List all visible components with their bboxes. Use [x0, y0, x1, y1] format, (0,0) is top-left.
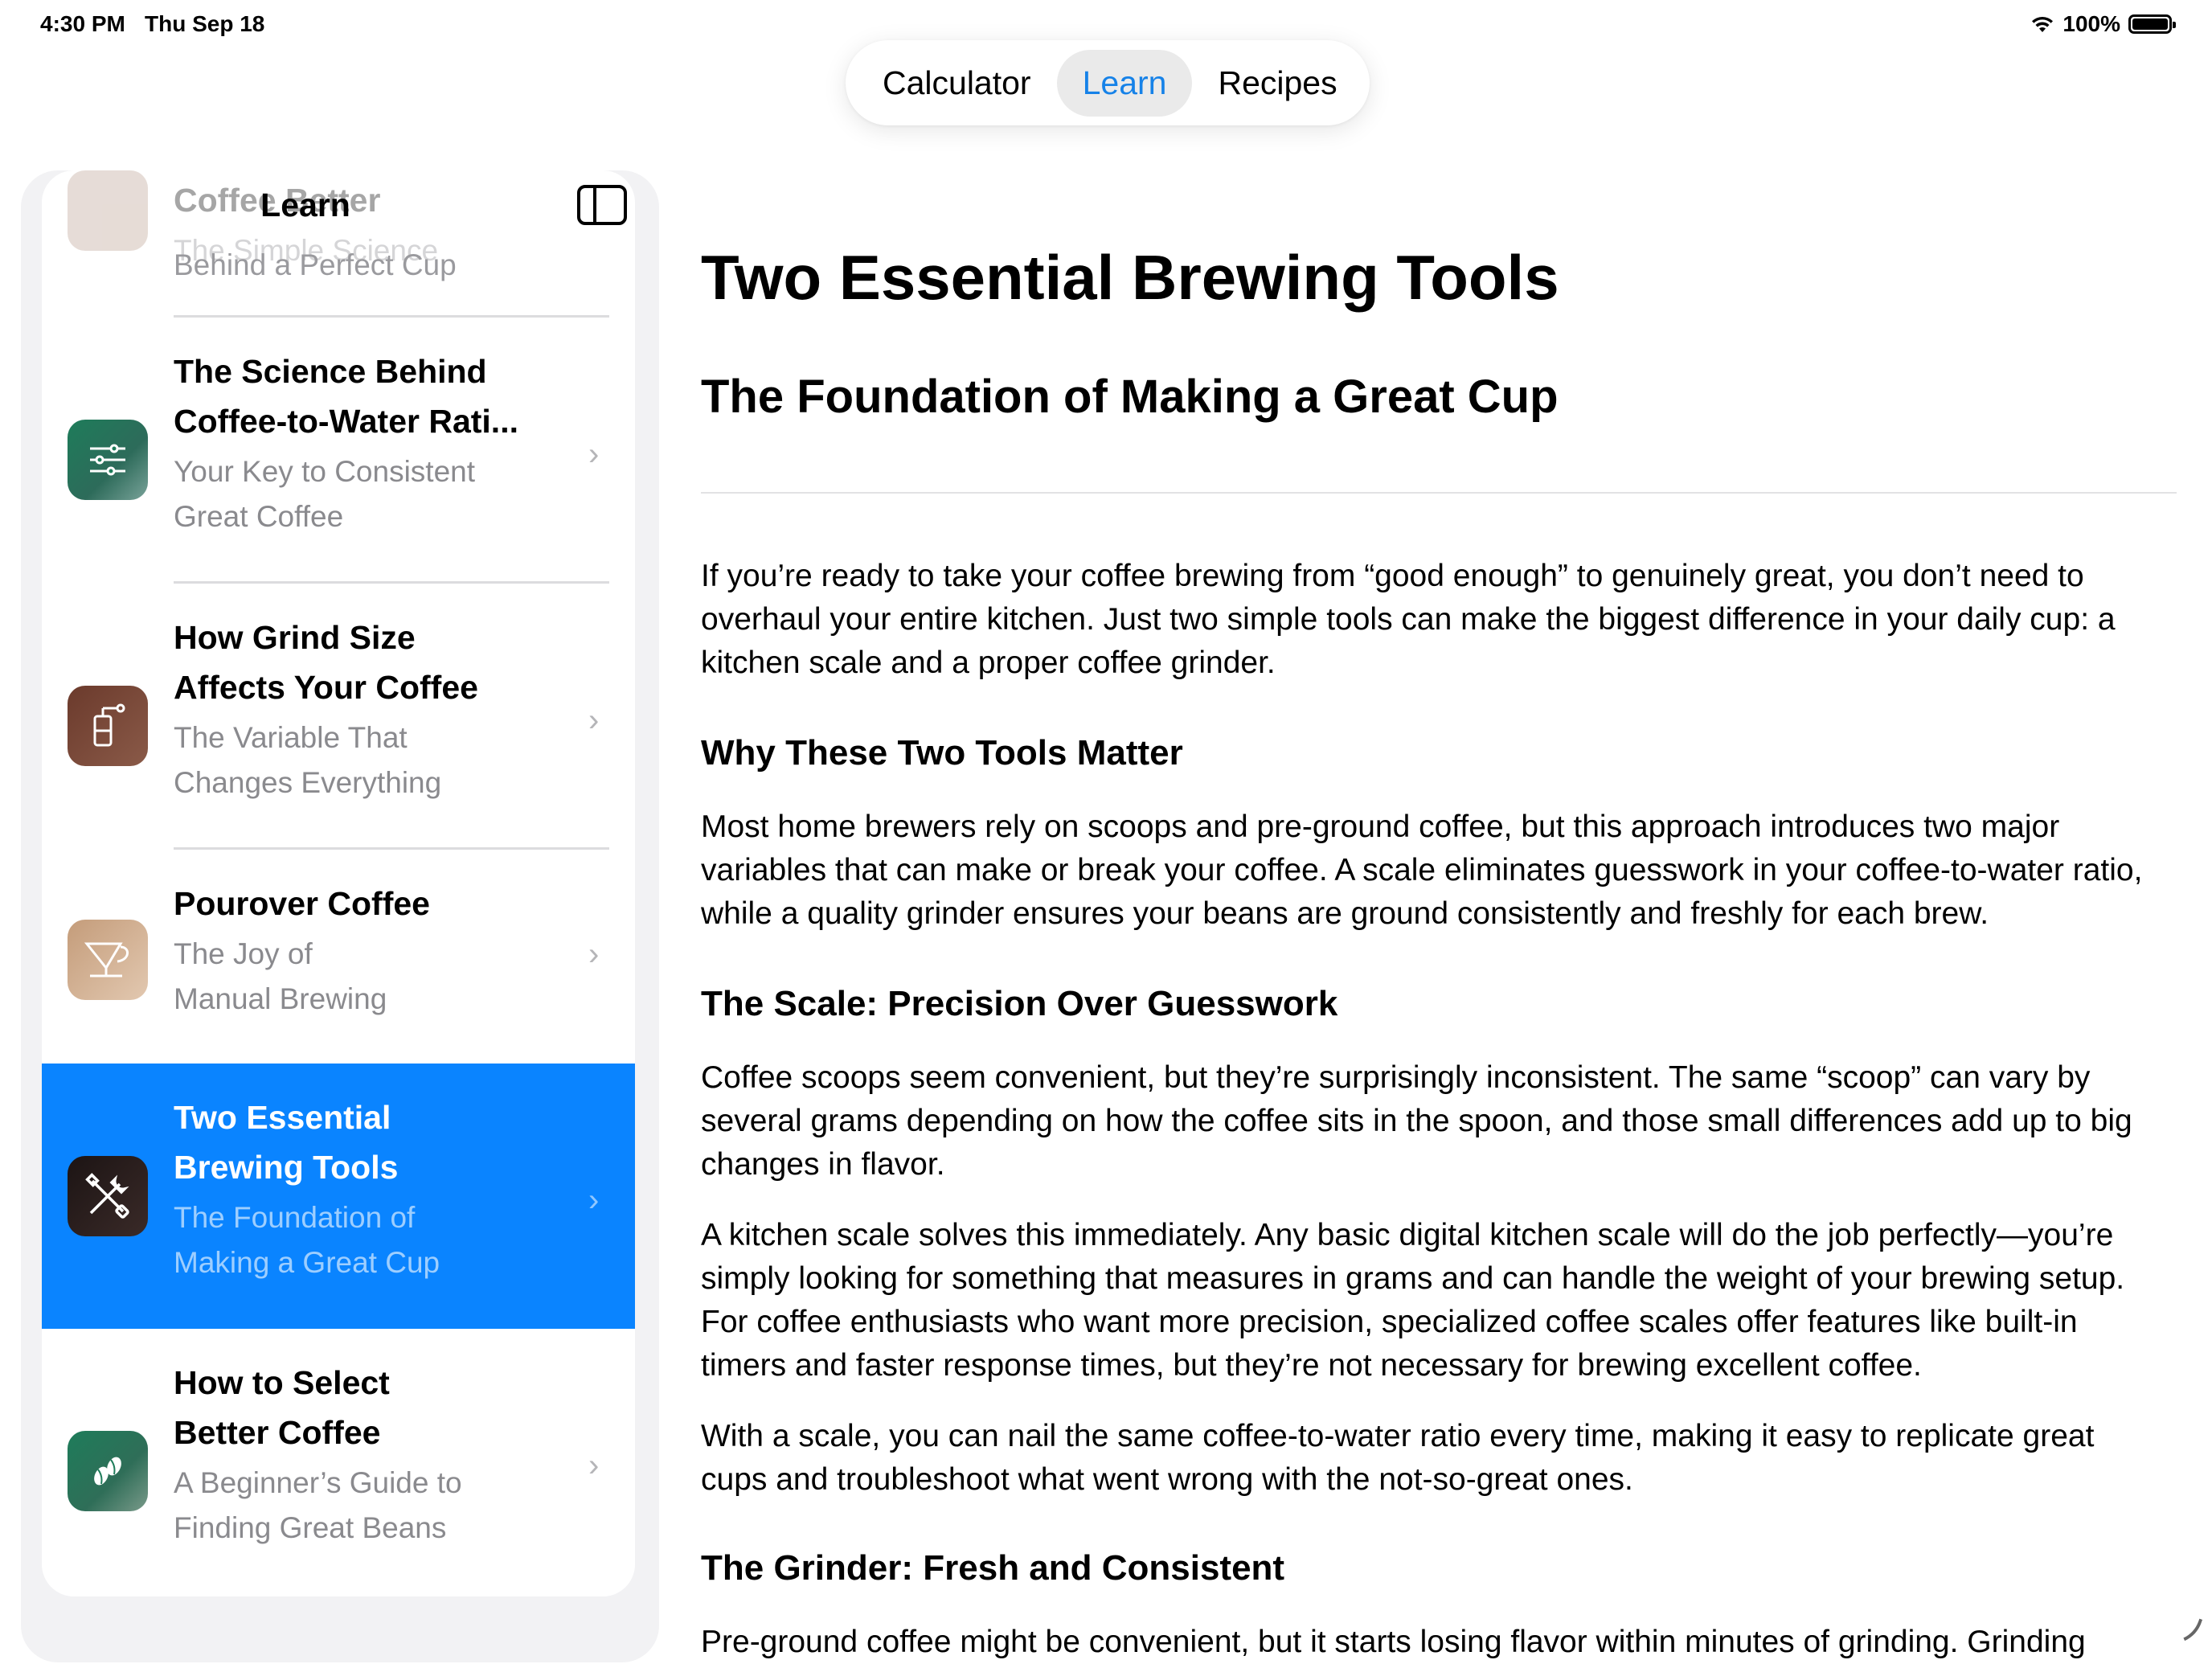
article-title: Two Essential Brewing Tools — [701, 242, 1559, 313]
article-paragraph: If you’re ready to take your coffee brew… — [701, 559, 2116, 680]
sidebar-toggle-icon[interactable] — [577, 185, 627, 225]
grinder-icon — [68, 686, 148, 766]
sliders-icon — [68, 420, 148, 500]
list-item-title: The Science Behind — [174, 353, 487, 390]
status-date: Thu Sep 18 — [145, 11, 265, 36]
pourover-icon — [68, 920, 148, 1000]
list-item-subtitle: Great Coffee — [174, 500, 344, 533]
article-paragraph: Most home brewers rely on scoops and pre… — [701, 809, 2143, 931]
section-heading: Why These Two Tools Matter — [701, 733, 1183, 773]
tab-recipes[interactable]: Recipes — [1192, 50, 1362, 117]
tab-learn[interactable]: Learn — [1056, 49, 1193, 117]
status-time: 4:30 PM — [40, 11, 125, 36]
section-heading: The Grinder: Fresh and Consistent — [701, 1548, 1285, 1588]
tab-calculator[interactable]: Calculator — [857, 50, 1057, 117]
coffee-bean-icon — [68, 1431, 148, 1511]
list-item-brewing-tools[interactable]: Two Essential Brewing Tools The Foundati… — [42, 1064, 635, 1329]
list-item-subtitle: The Foundation of — [174, 1201, 416, 1234]
list-item-subtitle: Finding Great Beans — [174, 1511, 447, 1544]
chevron-right-icon: › — [588, 1448, 600, 1483]
list-item-title: Coffee-to-Water Rati... — [174, 403, 518, 440]
list-item-subtitle-row: Behind a Perfect Cup — [42, 243, 635, 291]
list-item-title: Affects Your Coffee — [174, 669, 478, 706]
article-paragraph: With a scale, you can nail the same coff… — [701, 1419, 2095, 1497]
list-item-subtitle: The Variable That — [174, 721, 408, 754]
list-item-grind[interactable]: How Grind Size Affects Your Coffee The V… — [42, 584, 635, 849]
sidebar-list: Coffee Better The Simple Science Behind … — [42, 170, 635, 1596]
list-item-title: Brewing Tools — [174, 1149, 399, 1186]
chevron-right-icon: › — [588, 937, 600, 972]
chevron-right-icon: › — [588, 703, 600, 738]
tools-icon — [68, 1156, 148, 1236]
list-item-subtitle: Changes Everything — [174, 766, 442, 799]
article-paragraph: A kitchen scale solves this immediately.… — [701, 1218, 2125, 1383]
divider — [701, 492, 2177, 494]
list-item-subtitle: Manual Brewing — [174, 982, 387, 1015]
list-item-select-coffee[interactable]: How to Select Better Coffee A Beginner’s… — [42, 1329, 635, 1594]
top-tab-bar: Calculator Learn Recipes — [846, 40, 1370, 125]
list-item-subtitle: Behind a Perfect Cup — [174, 248, 457, 281]
list-item-pourover[interactable]: Pourover Coffee The Joy of Manual Brewin… — [42, 850, 635, 1064]
list-item-subtitle: Making a Great Cup — [174, 1246, 440, 1279]
status-indicators: 100% — [2030, 11, 2176, 37]
list-item-title: How to Select — [174, 1364, 390, 1401]
battery-percent: 100% — [2062, 11, 2120, 36]
sidebar-title: Learn — [260, 186, 350, 223]
list-item-ratio[interactable]: The Science Behind Coffee-to-Water Rati.… — [42, 318, 635, 583]
list-item-title: Better Coffee — [174, 1414, 381, 1451]
list-item-subtitle: Your Key to Consistent — [174, 455, 476, 488]
article-paragraph: Coffee scoops seem convenient, but they’… — [701, 1060, 2132, 1182]
chevron-right-icon: › — [588, 436, 600, 472]
article-subtitle: The Foundation of Making a Great Cup — [701, 371, 1559, 423]
article-paragraph: Pre-ground coffee might be convenient, b… — [701, 1625, 2086, 1659]
battery-icon — [2128, 14, 2176, 34]
section-heading: The Scale: Precision Over Guesswork — [701, 984, 1338, 1023]
list-item-subtitle: A Beginner’s Guide to — [174, 1466, 462, 1499]
list-item-title: Two Essential — [174, 1099, 391, 1136]
wifi-icon — [2032, 16, 2054, 32]
list-item-title: Pourover Coffee — [174, 885, 430, 922]
list-item-title: How Grind Size — [174, 619, 416, 656]
list-item-subtitle: The Joy of — [174, 937, 313, 970]
chevron-right-icon: › — [588, 1182, 600, 1218]
